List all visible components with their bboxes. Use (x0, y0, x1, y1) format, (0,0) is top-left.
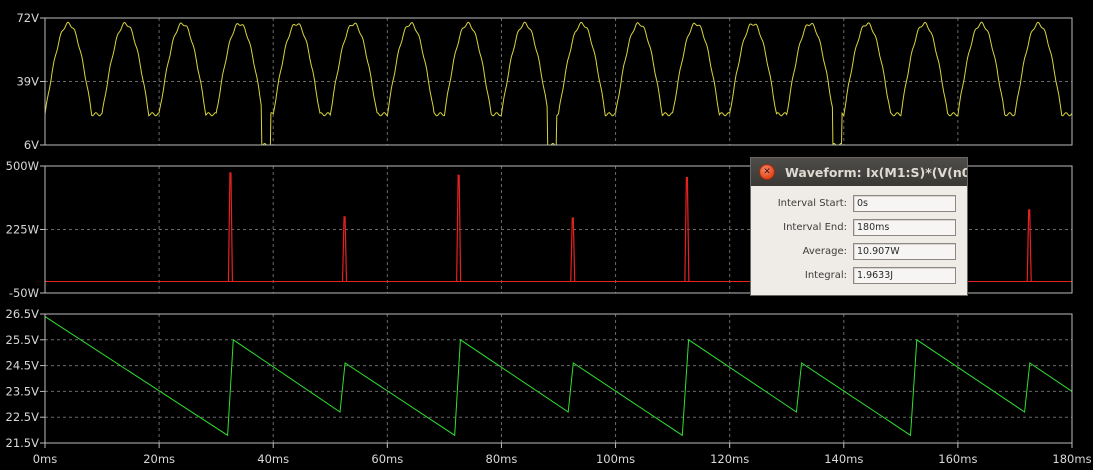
power-spike (1026, 209, 1032, 282)
x-tick-label: 0ms (33, 452, 58, 466)
x-tick-label: 100ms (596, 452, 635, 466)
close-button[interactable]: ✕ (759, 164, 775, 180)
power-spike (570, 217, 576, 282)
y-tick-label: 23.5V (6, 384, 40, 398)
x-tick-label: 160ms (938, 452, 977, 466)
y-tick-label: 22.5V (6, 410, 40, 424)
plot-title-vout: V(vout) (532, 297, 583, 311)
x-tick-label: 20ms (143, 452, 175, 466)
interval-end-field[interactable]: 180ms (853, 218, 956, 236)
x-tick-label: 80ms (486, 452, 518, 466)
x-tick-label: 60ms (371, 452, 403, 466)
power-spike (227, 172, 234, 282)
y-tick-label: -50W (9, 286, 39, 300)
interval-end-row: Interval End: 180ms (751, 215, 967, 239)
integral-label: Integral: (804, 269, 847, 281)
plot-title-gate: V(gate) (518, 1, 569, 15)
power-spike (456, 174, 462, 282)
average-row: Average: 10.907W (751, 239, 967, 263)
dialog-title: Waveform: Ix(M1:S)*(V(n009)-V(vout)) (785, 164, 967, 180)
average-label: Average: (802, 245, 847, 257)
y-tick-label: 26.5V (6, 307, 40, 321)
gate-voltage-trace (44, 21, 1073, 146)
interval-start-field[interactable]: 0s (853, 194, 956, 212)
y-tick-label: 25.5V (6, 333, 40, 347)
y-tick-label: 225W (6, 223, 39, 237)
x-tick-label: 140ms (824, 452, 863, 466)
integral-field[interactable]: 1.9633J (853, 266, 956, 284)
x-tick-label: 120ms (710, 452, 749, 466)
average-field[interactable]: 10.907W (853, 242, 956, 260)
dialog-title-bar[interactable]: ✕ Waveform: Ix(M1:S)*(V(n009)-V(vout)) (751, 158, 967, 186)
waveform-measure-dialog: ✕ Waveform: Ix(M1:S)*(V(n009)-V(vout)) I… (750, 157, 968, 296)
plot-frame-vout (44, 313, 1073, 444)
y-tick-label: 6V (24, 138, 39, 152)
integral-row: Integral: 1.9633J (751, 263, 967, 287)
interval-start-row: Interval Start: 0s (751, 191, 967, 215)
x-tick-label: 40ms (257, 452, 289, 466)
x-tick-label: 180ms (1052, 452, 1091, 466)
y-tick-label: 500W (6, 159, 39, 173)
plot-title-power: Ix(M1:S)*(V(n009)-V(vout)) (469, 149, 652, 163)
y-tick-label: 24.5V (6, 359, 40, 373)
interval-start-label: Interval Start: (777, 197, 847, 209)
interval-end-label: Interval End: (783, 221, 847, 233)
y-tick-label: 21.5V (6, 436, 40, 450)
y-tick-label: 72V (16, 11, 39, 25)
close-icon: ✕ (763, 166, 771, 177)
y-tick-label: 39V (16, 75, 39, 89)
power-spike (341, 216, 348, 282)
power-spike (684, 176, 690, 282)
